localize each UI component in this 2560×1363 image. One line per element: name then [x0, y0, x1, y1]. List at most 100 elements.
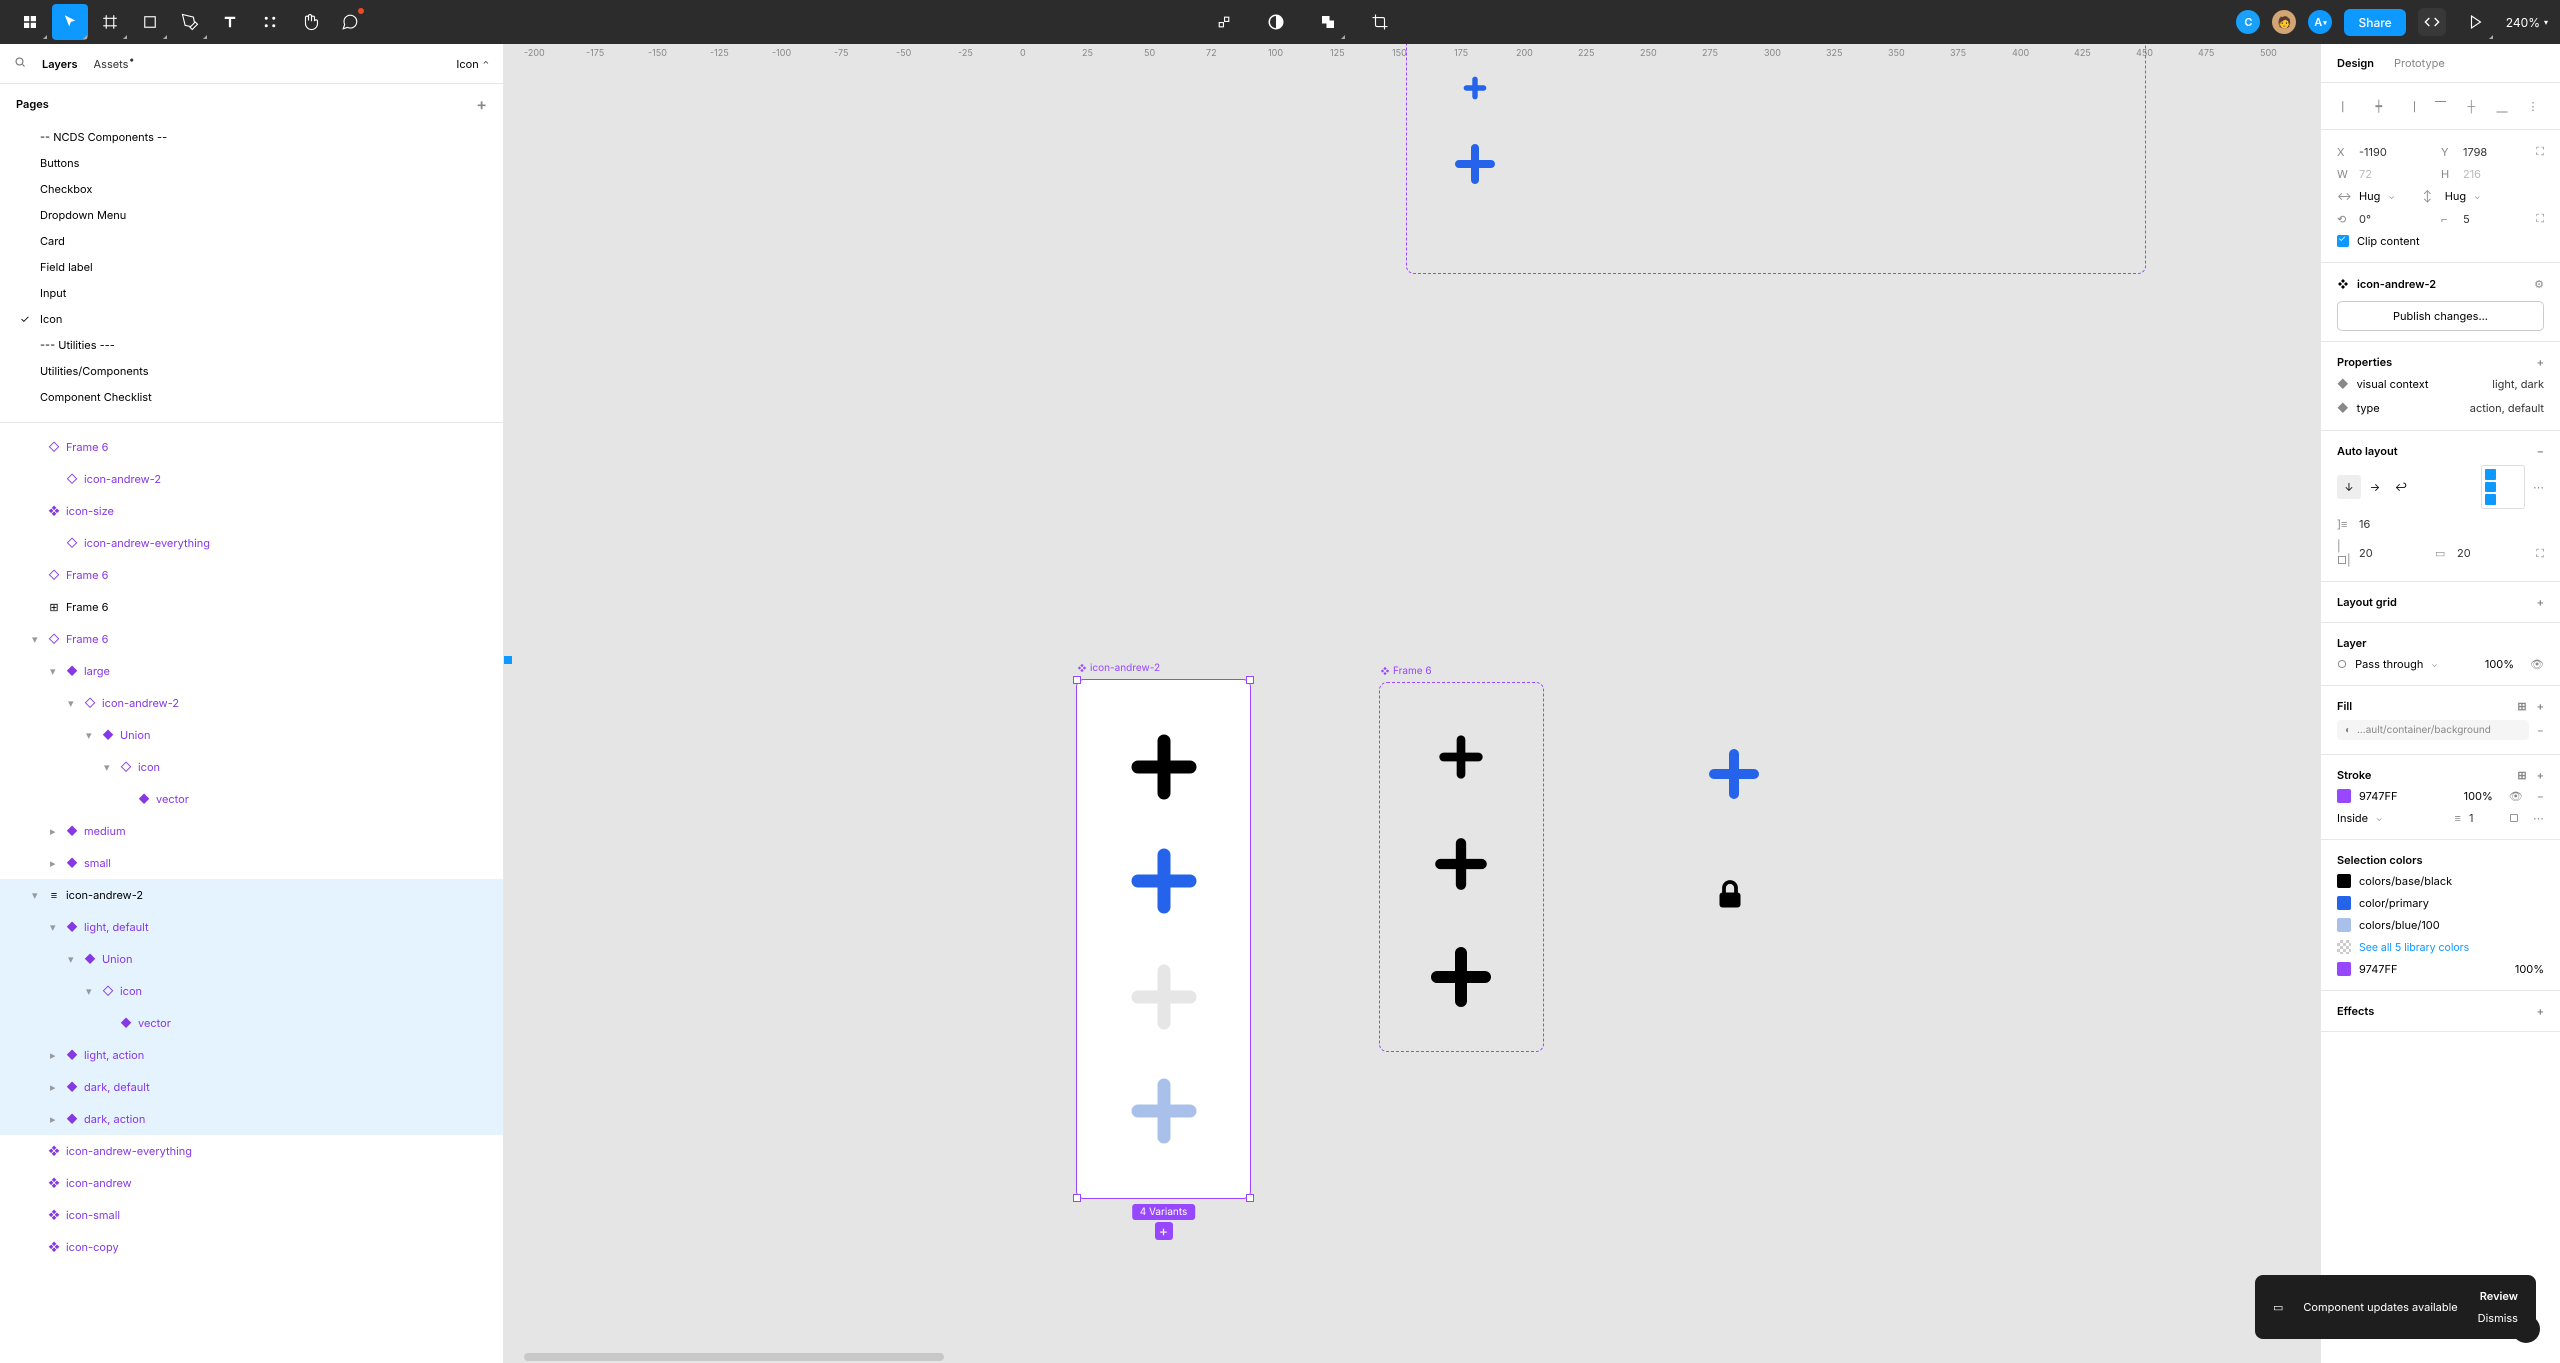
page-item[interactable]: Component Checklist: [0, 384, 503, 410]
component-settings-icon[interactable]: ⚙: [2534, 277, 2544, 291]
direction-wrap-icon[interactable]: ↩: [2389, 475, 2413, 499]
align-left-icon[interactable]: ⎸: [2337, 95, 2359, 117]
w-input[interactable]: [2359, 167, 2407, 181]
layer-row[interactable]: ▾◆Union: [0, 943, 503, 975]
layer-row[interactable]: ◇icon-andrew-everything: [0, 527, 503, 559]
page-item[interactable]: --- Utilities ---: [0, 332, 503, 358]
layer-row[interactable]: ❖icon-andrew-everything: [0, 1135, 503, 1167]
avatar-user-photo[interactable]: 🧑: [2272, 10, 2296, 34]
add-fill-button[interactable]: +: [2537, 699, 2544, 713]
y-input[interactable]: [2463, 145, 2511, 159]
alignment-grid[interactable]: [2481, 465, 2525, 509]
distribute-icon[interactable]: ⋮: [2522, 95, 2544, 117]
text-tool[interactable]: [212, 4, 248, 40]
hand-tool[interactable]: [292, 4, 328, 40]
layer-row[interactable]: ▾◇Frame 6: [0, 623, 503, 655]
layer-row[interactable]: ◆vector: [0, 1007, 503, 1039]
layer-row[interactable]: ▾◆large: [0, 655, 503, 687]
layer-row[interactable]: ❖icon-small: [0, 1199, 503, 1231]
variant-set-icon-andrew-2[interactable]: icon-andrew-2 4 Variants +: [1076, 679, 1251, 1199]
align-hcenter-icon[interactable]: ┿: [2368, 95, 2390, 117]
x-input[interactable]: [2359, 145, 2407, 159]
page-item[interactable]: Buttons: [0, 150, 503, 176]
see-all-colors-link[interactable]: See all 5 library colors: [2359, 941, 2469, 954]
clip-checkbox[interactable]: [2337, 235, 2349, 247]
visibility-icon[interactable]: 👁: [2530, 657, 2544, 671]
comment-tool[interactable]: [332, 4, 368, 40]
selection-color-row[interactable]: colors/blue/100: [2337, 914, 2544, 936]
remove-autolayout-button[interactable]: −: [2537, 444, 2544, 458]
layer-row[interactable]: ▸◆light, action: [0, 1039, 503, 1071]
present-button[interactable]: [2458, 4, 2494, 40]
layer-row[interactable]: ▸◆small: [0, 847, 503, 879]
layer-row[interactable]: ◇Frame 6: [0, 559, 503, 591]
add-effect-button[interactable]: +: [2537, 1004, 2544, 1018]
align-top-icon[interactable]: ⎺: [2429, 95, 2451, 117]
remove-stroke-button[interactable]: −: [2537, 789, 2544, 803]
align-bottom-icon[interactable]: ⎽: [2491, 95, 2513, 117]
page-item[interactable]: Utilities/Components: [0, 358, 503, 384]
add-property-button[interactable]: +: [2537, 355, 2544, 369]
layer-row[interactable]: ▾◆light, default: [0, 911, 503, 943]
move-tool[interactable]: [52, 4, 88, 40]
gap-input[interactable]: [2359, 517, 2407, 531]
mask-icon[interactable]: [1258, 4, 1294, 40]
avatar-user-a[interactable]: A▾: [2308, 10, 2332, 34]
stroke-width-input[interactable]: [2469, 811, 2493, 825]
page-item[interactable]: Input: [0, 280, 503, 306]
layer-row[interactable]: ◇Frame 6: [0, 431, 503, 463]
direction-vertical-icon[interactable]: ↓: [2337, 475, 2361, 499]
page-item[interactable]: Field label: [0, 254, 503, 280]
layer-row[interactable]: ▾◆Union: [0, 719, 503, 751]
pen-tool[interactable]: [172, 4, 208, 40]
fill-styles-icon[interactable]: ⊞: [2517, 699, 2526, 713]
stroke-more-icon[interactable]: ⋯: [2533, 811, 2544, 825]
horizontal-scrollbar[interactable]: [524, 1353, 944, 1361]
frame-label[interactable]: Frame 6: [1380, 665, 1432, 677]
tab-layers[interactable]: Layers: [42, 57, 78, 71]
layer-row[interactable]: ▸◆dark, default: [0, 1071, 503, 1103]
page-dropdown[interactable]: Icon⌃: [456, 57, 489, 71]
remove-fill-button[interactable]: −: [2537, 723, 2544, 737]
canvas[interactable]: -200-175-150-125-100-75-50-2502550721001…: [504, 44, 2320, 1363]
boolean-icon[interactable]: [1310, 4, 1346, 40]
component-indicator-icon[interactable]: [1206, 4, 1242, 40]
selection-color-row[interactable]: color/primary: [2337, 892, 2544, 914]
align-frame-icon[interactable]: ⛶: [2536, 144, 2544, 159]
frame-tool[interactable]: [92, 4, 128, 40]
direction-horizontal-icon[interactable]: →: [2363, 475, 2387, 499]
property-row[interactable]: ◆visual contextlight, dark: [2337, 372, 2544, 396]
pad-v-input[interactable]: [2457, 546, 2505, 560]
layer-row[interactable]: ◇icon-andrew-2: [0, 463, 503, 495]
page-item[interactable]: -- NCDS Components --: [0, 124, 503, 150]
color-swatch[interactable]: [2337, 962, 2351, 976]
autolayout-more-icon[interactable]: ⋯: [2533, 480, 2544, 494]
tab-design[interactable]: Design: [2337, 56, 2374, 70]
stroke-side-icon[interactable]: ▢: [2509, 811, 2519, 825]
frame-label[interactable]: icon-andrew-2: [1077, 662, 1160, 674]
dev-mode-button[interactable]: [2418, 8, 2446, 36]
layer-row[interactable]: ▸◆dark, action: [0, 1103, 503, 1135]
variant-frame-6[interactable]: Frame 6: [1379, 682, 1544, 1052]
add-grid-button[interactable]: +: [2537, 595, 2544, 609]
selection-color-row[interactable]: colors/base/black: [2337, 870, 2544, 892]
publish-button[interactable]: Publish changes...: [2337, 301, 2544, 331]
layer-row[interactable]: ❖icon-copy: [0, 1231, 503, 1263]
search-icon[interactable]: [14, 56, 26, 71]
layer-row[interactable]: ▾◇icon-andrew-2: [0, 687, 503, 719]
pad-h-input[interactable]: [2359, 546, 2407, 560]
layer-row[interactable]: ⊞Frame 6: [0, 591, 503, 623]
add-variant-button[interactable]: +: [1155, 1222, 1173, 1240]
padding-detail-icon[interactable]: ⛶: [2536, 546, 2544, 561]
review-button[interactable]: Review: [2480, 1289, 2518, 1303]
fill-style-pill[interactable]: ◐...ault/container/background: [2337, 720, 2529, 740]
layer-row[interactable]: ▸◆medium: [0, 815, 503, 847]
tab-assets[interactable]: Assets•: [94, 57, 129, 71]
page-item[interactable]: Icon: [0, 306, 503, 332]
layer-row[interactable]: ▾◇icon: [0, 975, 503, 1007]
layer-row[interactable]: ▾◇icon: [0, 751, 503, 783]
layer-row[interactable]: ◆vector: [0, 783, 503, 815]
main-menu-button[interactable]: [12, 4, 48, 40]
rotation-input[interactable]: [2359, 212, 2407, 226]
stroke-swatch[interactable]: [2337, 789, 2351, 803]
